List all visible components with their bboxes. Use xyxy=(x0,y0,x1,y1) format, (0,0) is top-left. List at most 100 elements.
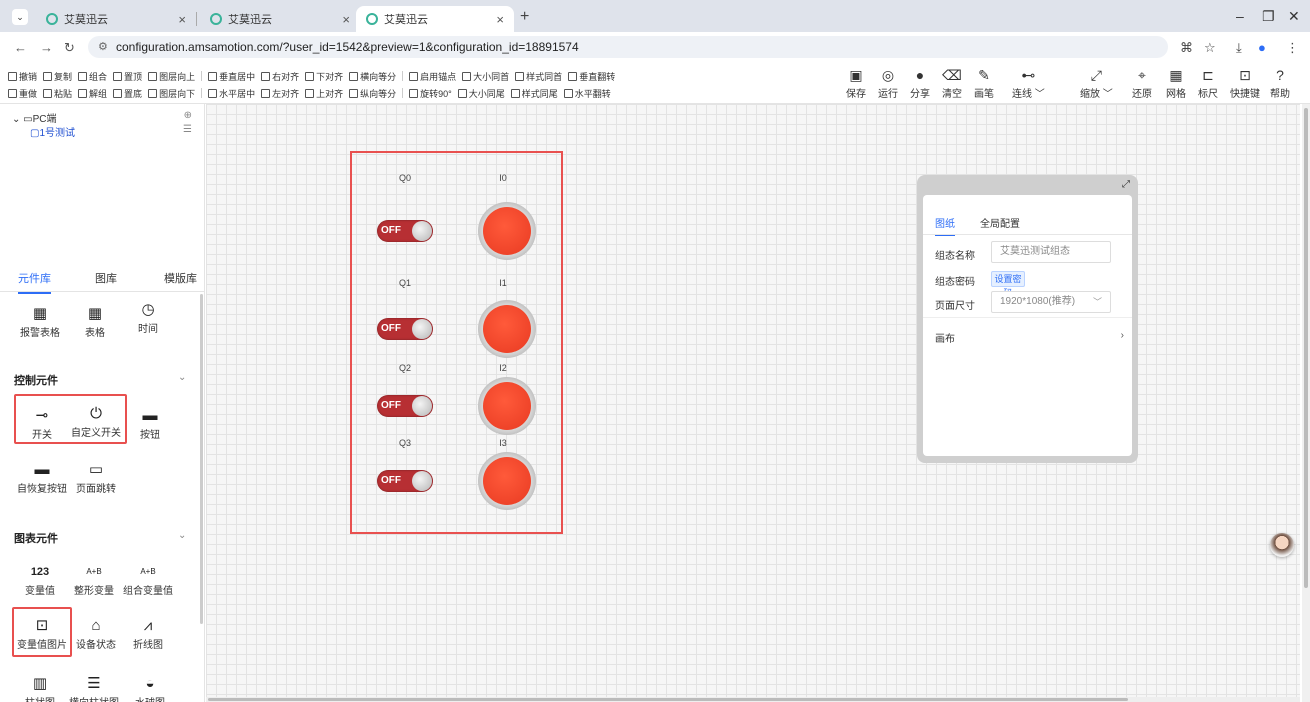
component-page-jump[interactable]: ▭ 页面跳转 xyxy=(66,460,126,495)
h-distribute-button[interactable]: 横向等分 xyxy=(349,68,396,84)
send-bottom-button[interactable]: 置底 xyxy=(113,85,142,101)
component-self-reset-button[interactable]: ▬ 自恢复按钮 xyxy=(12,460,72,495)
close-tab-icon[interactable]: × xyxy=(178,12,186,27)
h-center-button[interactable]: 水平居中 xyxy=(208,85,255,101)
help-button[interactable]: ? 帮助 xyxy=(1270,62,1290,104)
align-right-button[interactable]: 右对齐 xyxy=(261,68,299,84)
redo-button[interactable]: 重做 xyxy=(8,85,37,101)
chevron-down-icon[interactable]: ⌄ xyxy=(178,530,186,541)
profile-icon[interactable]: ● xyxy=(1258,40,1266,55)
save-button[interactable]: ▣ 保存 xyxy=(846,62,866,104)
indicator-lamp-i1[interactable] xyxy=(478,300,536,358)
component-table[interactable]: ▦ 表格 xyxy=(65,304,125,339)
zoom-dropdown[interactable]: ⤢ 缩放 ﹀ xyxy=(1080,62,1113,104)
chevron-down-icon[interactable]: ⌄ xyxy=(178,372,186,383)
indicator-lamp-i2[interactable] xyxy=(478,377,536,435)
set-password-button[interactable]: 设置密码 xyxy=(991,271,1025,298)
connect-line-dropdown[interactable]: ⊷ 连线 ﹀ xyxy=(1012,62,1045,104)
component-alarm-table[interactable]: ▦ 报警表格 xyxy=(10,304,70,339)
layer-up-button[interactable]: 图层向上 xyxy=(148,68,195,84)
bookmark-star-icon[interactable]: ☆ xyxy=(1204,40,1216,56)
size-first-button[interactable]: 大小同首 xyxy=(462,68,509,84)
align-left-button[interactable]: 左对齐 xyxy=(261,85,299,101)
expand-icon[interactable]: ⤢ xyxy=(1122,179,1130,190)
layer-down-button[interactable]: 图层向下 xyxy=(148,85,195,101)
component-time[interactable]: ◷ 时间 xyxy=(118,300,178,335)
rotate-button[interactable]: 旋转90° xyxy=(409,85,452,101)
tab-template-library[interactable]: 模版库 xyxy=(164,270,197,286)
new-tab-icon[interactable]: + xyxy=(520,8,529,26)
tab-gallery[interactable]: 图库 xyxy=(95,270,117,286)
forward-icon[interactable]: → xyxy=(40,40,53,55)
menu-kebab-icon[interactable]: ⋮ xyxy=(1286,40,1299,56)
toggle-switch-q3[interactable]: OFF xyxy=(377,470,433,492)
url-input[interactable]: ⚙ configuration.amsamotion.com/?user_id=… xyxy=(88,36,1168,58)
tree-root-pc[interactable]: ⌄ ▭PC端 xyxy=(12,110,57,125)
style-first-button[interactable]: 样式同首 xyxy=(515,68,562,84)
clear-button[interactable]: ⌫ 清空 xyxy=(942,62,962,104)
component-button[interactable]: ▬ 按钮 xyxy=(120,406,180,441)
canvas-vertical-scrollbar[interactable] xyxy=(1302,104,1310,702)
add-page-icon[interactable]: ⊕ xyxy=(184,110,192,121)
canvas-section-label[interactable]: 画布 xyxy=(935,330,955,345)
component-int-variable[interactable]: A+B 整形变量 xyxy=(64,562,124,597)
indicator-lamp-i3[interactable] xyxy=(478,452,536,510)
shortcut-button[interactable]: ⊡ 快捷键 xyxy=(1230,62,1260,104)
ruler-button[interactable]: ⊏ 标尺 xyxy=(1198,62,1218,104)
v-distribute-button[interactable]: 纵向等分 xyxy=(349,85,396,101)
browser-tab-2[interactable]: 艾莫迅云 × xyxy=(200,6,360,32)
translate-icon[interactable]: ⌘ xyxy=(1180,40,1193,56)
h-flip-button[interactable]: 水平翻转 xyxy=(563,85,611,101)
toggle-switch-q0[interactable]: OFF xyxy=(377,220,433,242)
align-top-button[interactable]: 上对齐 xyxy=(305,85,343,101)
paste-button[interactable]: 粘贴 xyxy=(43,85,72,101)
site-info-icon[interactable]: ⚙ xyxy=(98,36,108,58)
anchor-button[interactable]: 启用锚点 xyxy=(409,68,456,84)
component-device-status[interactable]: ⌂ 设备状态 xyxy=(66,616,126,651)
v-flip-button[interactable]: 垂直翻转 xyxy=(568,68,615,84)
section-control-components[interactable]: 控制元件 xyxy=(14,372,58,388)
browser-tab-1[interactable]: 艾莫迅云 × xyxy=(36,6,196,32)
restore-window-icon[interactable]: ❐ xyxy=(1262,8,1275,25)
chevron-right-icon[interactable]: › xyxy=(1121,330,1124,341)
tab-component-library[interactable]: 元件库 xyxy=(18,270,51,294)
download-icon[interactable]: ⤓ xyxy=(1236,40,1242,56)
run-button[interactable]: ◎ 运行 xyxy=(878,62,898,104)
toggle-switch-q2[interactable]: OFF xyxy=(377,395,433,417)
bring-top-button[interactable]: 置顶 xyxy=(113,68,142,84)
tab-global-config[interactable]: 全局配置 xyxy=(980,215,1020,230)
component-combined-variable[interactable]: A+B 组合变量值 xyxy=(118,562,178,597)
share-button[interactable]: ● 分享 xyxy=(910,62,930,104)
component-variable-value[interactable]: 123 变量值 xyxy=(10,562,70,597)
indicator-lamp-i0[interactable] xyxy=(478,202,536,260)
ungroup-button[interactable]: 解组 xyxy=(78,85,107,101)
v-center-button[interactable]: 垂直居中 xyxy=(208,68,255,84)
close-tab-icon[interactable]: × xyxy=(496,12,504,27)
page-size-select[interactable]: 1920*1080(推荐) ﹀ xyxy=(991,291,1111,313)
config-name-input[interactable]: 艾莫迅测试组态 xyxy=(991,241,1111,263)
align-bottom-button[interactable]: 下对齐 xyxy=(305,68,343,84)
close-tab-icon[interactable]: × xyxy=(342,12,350,27)
component-line-chart[interactable]: ⩘ 折线图 xyxy=(118,616,178,651)
library-scrollbar[interactable] xyxy=(200,294,203,624)
size-last-button[interactable]: 大小同尾 xyxy=(457,85,505,101)
canvas-horizontal-scrollbar[interactable] xyxy=(206,697,1300,702)
grid-button[interactable]: ▦ 网格 xyxy=(1166,62,1186,104)
component-bar-chart[interactable]: ▥柱状图 xyxy=(10,674,70,702)
component-horizontal-bar-chart[interactable]: ☰横向柱状图 xyxy=(64,674,124,702)
browser-tab-3-active[interactable]: 艾莫迅云 × xyxy=(356,6,514,32)
back-icon[interactable]: ← xyxy=(14,40,27,55)
section-chart-components[interactable]: 图表元件 xyxy=(14,530,58,546)
reload-icon[interactable]: ↻ xyxy=(64,40,75,56)
close-window-icon[interactable]: ✕ xyxy=(1288,8,1300,25)
assistant-avatar[interactable] xyxy=(1270,533,1294,557)
pen-button[interactable]: ✎ 画笔 xyxy=(974,62,994,104)
tab-drawing[interactable]: 图纸 xyxy=(935,215,955,236)
toggle-switch-q1[interactable]: OFF xyxy=(377,318,433,340)
group-button[interactable]: 组合 xyxy=(78,68,107,84)
collapse-icon[interactable]: ⌄ xyxy=(12,114,20,125)
minimize-icon[interactable]: – xyxy=(1236,8,1244,24)
restore-button[interactable]: ⌖ 还原 xyxy=(1132,62,1152,104)
tree-page-item[interactable]: ▢1号测试 xyxy=(30,124,75,139)
tab-search-icon[interactable]: ⌄ xyxy=(12,9,28,25)
